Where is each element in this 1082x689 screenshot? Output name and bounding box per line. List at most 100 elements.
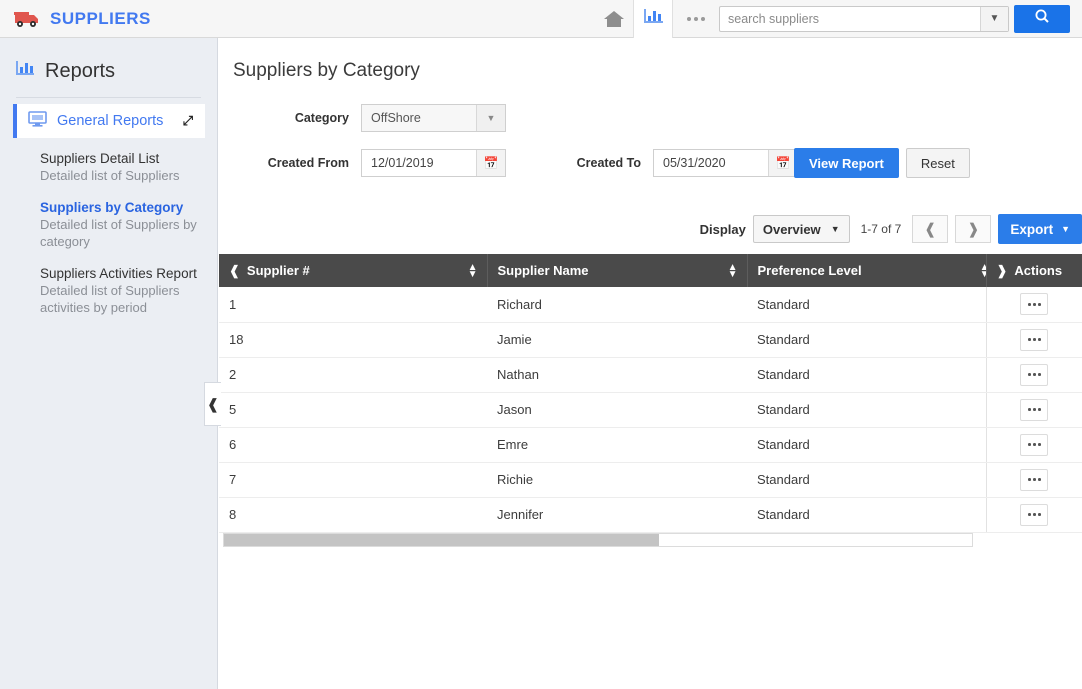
cell-supplier-name: Jamie <box>487 322 747 358</box>
view-report-button[interactable]: View Report <box>794 148 899 178</box>
sidebar-item-suppliers-activities-report[interactable]: Suppliers Activities Report Detailed lis… <box>0 265 217 316</box>
more-menu-button[interactable] <box>673 0 719 37</box>
chevron-left-icon[interactable]: ❰ <box>229 263 240 279</box>
cell-supplier-number: 7 <box>219 462 487 498</box>
ellipsis-icon <box>687 16 691 21</box>
table-row[interactable]: 1 Richard Standard <box>219 287 1082 323</box>
cell-supplier-name: Richard <box>487 287 747 323</box>
table-header-row: ❰ Supplier # ▲▼ Supplier Name ▲▼ Prefe <box>219 254 1082 287</box>
cell-supplier-number: 5 <box>219 392 487 428</box>
search-button[interactable] <box>1014 4 1070 33</box>
cell-preference-level: Standard <box>747 427 986 463</box>
export-button[interactable]: Export ▼ <box>998 214 1082 244</box>
column-label: Supplier # <box>246 263 310 278</box>
export-label: Export <box>1010 221 1054 237</box>
chevron-down-icon[interactable]: ⤢ <box>183 113 193 129</box>
caret-down-icon: ▼ <box>1061 224 1070 234</box>
display-label: Display <box>699 221 746 237</box>
bar-chart-icon <box>16 60 36 83</box>
page-title: Suppliers by Category <box>233 60 420 81</box>
column-header-preference-level[interactable]: Preference Level ▲▼ <box>747 254 987 287</box>
search-area: ▼ <box>719 4 1070 33</box>
search-box[interactable]: ▼ <box>719 5 1009 32</box>
column-header-actions[interactable]: ❱ Actions <box>986 254 1082 287</box>
cell-supplier-number: 1 <box>219 287 487 323</box>
truck-icon <box>14 9 40 28</box>
horizontal-scrollbar[interactable] <box>223 532 973 547</box>
table-row[interactable]: 6 Emre Standard <box>219 427 1082 463</box>
app-header: SUPPLIERS ▼ <box>0 0 1082 38</box>
cell-supplier-number: 8 <box>219 497 487 533</box>
sidebar-group-label: General Reports <box>57 113 164 129</box>
report-description: Detailed list of Suppliers <box>40 168 180 183</box>
chevron-right-icon[interactable]: ❱ <box>997 263 1008 279</box>
reset-button[interactable]: Reset <box>905 148 970 178</box>
cell-supplier-number: 6 <box>219 427 487 463</box>
created-from-field[interactable]: 12/01/2019 📅 <box>361 149 506 177</box>
cell-supplier-name: Richie <box>487 462 747 498</box>
scrollbar-thumb[interactable] <box>224 533 659 546</box>
cell-supplier-name: Jennifer <box>487 497 747 533</box>
table-row[interactable]: 2 Nathan Standard <box>219 357 1082 393</box>
grid-toolbar: Display Overview ▼ 1-7 of 7 ❰ ❱ Export ▼ <box>219 214 1082 254</box>
ellipsis-icon <box>701 16 705 21</box>
sidebar-collapse-button[interactable]: ❰ <box>204 382 221 426</box>
cell-preference-level: Standard <box>747 462 986 498</box>
table-row[interactable]: 18 Jamie Standard <box>219 322 1082 358</box>
column-header-supplier-number[interactable]: ❰ Supplier # ▲ ▼ <box>219 254 488 287</box>
table-body: 1 Richard Standard 18 Jamie Standard 2 N… <box>219 287 1082 533</box>
sidebar-divider <box>16 97 201 98</box>
row-actions-button[interactable] <box>1020 363 1049 386</box>
sidebar-item-suppliers-by-category[interactable]: Suppliers by Category Detailed list of S… <box>0 199 217 250</box>
display-select[interactable]: Overview ▼ <box>752 215 850 243</box>
home-icon[interactable] <box>595 0 633 37</box>
caret-down-icon[interactable]: ▼ <box>476 105 505 131</box>
search-input[interactable] <box>720 6 980 31</box>
table-row[interactable]: 7 Richie Standard <box>219 462 1082 498</box>
created-from-value: 12/01/2019 <box>371 156 434 170</box>
prev-page-button[interactable]: ❰ <box>912 215 949 243</box>
display-value: Overview <box>762 221 821 237</box>
row-actions-button[interactable] <box>1020 503 1049 526</box>
row-actions-button[interactable] <box>1020 398 1049 421</box>
calendar-icon[interactable]: 📅 <box>476 150 505 176</box>
sort-icon[interactable]: ▲▼ <box>468 262 478 279</box>
created-from-label: Created From <box>267 156 349 170</box>
sidebar-header: Reports <box>0 38 217 97</box>
suppliers-table: ❰ Supplier # ▲▼ Supplier Name ▲▼ Prefe <box>219 254 1082 533</box>
category-select[interactable]: OffShore ▼ <box>361 104 506 132</box>
row-actions-button[interactable] <box>1020 468 1049 491</box>
category-value: OffShore <box>371 111 421 125</box>
row-actions-button[interactable] <box>1020 293 1049 316</box>
row-actions-button[interactable] <box>1020 328 1049 351</box>
cell-supplier-number: 18 <box>219 322 487 358</box>
chevron-left-icon: ❰ <box>207 395 219 412</box>
reports-tab[interactable] <box>633 0 673 38</box>
column-header-supplier-name[interactable]: Supplier Name ▲ ▼ <box>487 254 748 287</box>
cell-supplier-number: 2 <box>219 357 487 393</box>
sidebar-group-general-reports[interactable]: General Reports ⤢ <box>13 104 205 138</box>
chevron-down-icon[interactable]: ▼ <box>980 6 1008 31</box>
main-content: Suppliers by Category Category OffShore … <box>219 38 1082 689</box>
brand[interactable]: SUPPLIERS <box>14 9 151 29</box>
next-page-button[interactable]: ❱ <box>955 215 992 243</box>
ellipsis-icon <box>694 16 698 21</box>
filter-row-category: Category OffShore ▼ <box>219 104 506 132</box>
sidebar-item-suppliers-detail-list[interactable]: Suppliers Detail List Detailed list of S… <box>0 150 217 184</box>
row-actions-button[interactable] <box>1020 433 1049 456</box>
monitor-icon <box>28 110 47 132</box>
created-to-field[interactable]: 05/31/2020 📅 <box>653 149 798 177</box>
calendar-icon[interactable]: 📅 <box>768 150 797 176</box>
report-filters: Category OffShore ▼ Created From 12/01/2… <box>219 82 1082 202</box>
created-to-value: 05/31/2020 <box>663 156 726 170</box>
bar-chart-icon <box>643 7 664 31</box>
cell-actions <box>985 322 1082 358</box>
filter-actions: View Report Reset <box>794 148 970 178</box>
table-row[interactable]: 8 Jennifer Standard <box>219 497 1082 533</box>
cell-actions <box>985 427 1082 463</box>
sort-icon[interactable]: ▲▼ <box>728 262 738 279</box>
table-row[interactable]: 5 Jason Standard <box>219 392 1082 428</box>
category-label: Category <box>294 111 349 125</box>
cell-preference-level: Standard <box>747 357 986 393</box>
cell-supplier-name: Nathan <box>487 357 747 393</box>
